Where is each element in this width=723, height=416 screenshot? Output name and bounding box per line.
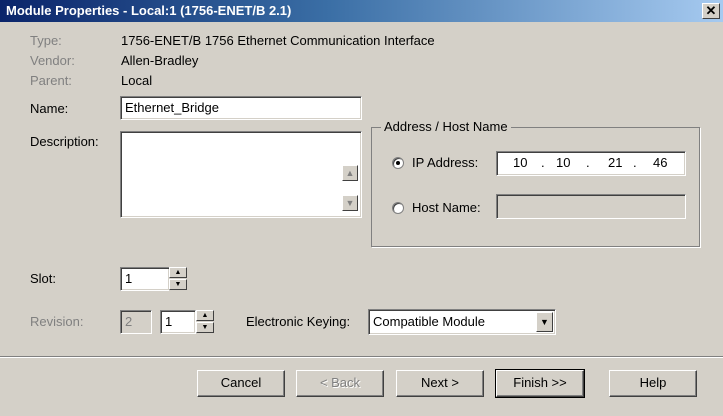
slot-value: 1 [125, 271, 133, 286]
vendor-value: Allen-Bradley [121, 53, 199, 68]
name-label: Name: [30, 101, 69, 116]
chevron-down-icon[interactable]: ▼ [536, 312, 553, 332]
window-title: Module Properties - Local:1 (1756-ENET/B… [6, 3, 292, 18]
slot-field[interactable]: 1 [120, 267, 170, 291]
ip-address-label: IP Address: [412, 155, 479, 170]
scroll-up-icon[interactable]: ▲ [342, 165, 358, 181]
description-label: Description: [30, 134, 99, 149]
close-icon[interactable]: ✕ [702, 3, 720, 19]
vendor-label: Vendor: [30, 53, 75, 68]
cancel-button[interactable]: Cancel [197, 370, 285, 397]
revision-major-value: 2 [125, 314, 133, 329]
revision-spin-down-icon[interactable]: ▼ [196, 322, 214, 333]
address-host-group [371, 127, 700, 247]
name-field[interactable]: Ethernet_Bridge [120, 96, 362, 120]
finish-button-label: Finish >> [513, 375, 567, 390]
module-properties-dialog: Module Properties - Local:1 (1756-ENET/B… [0, 0, 723, 416]
next-button-label: Next > [421, 375, 459, 390]
ip-octet-4: 46 [653, 155, 668, 170]
revision-spin-up-icon[interactable]: ▲ [196, 310, 214, 321]
ip-octet-2: 10 [556, 155, 571, 170]
back-button[interactable]: < Back [296, 370, 384, 397]
parent-value: Local [121, 73, 153, 88]
revision-major-field: 2 [120, 310, 152, 334]
help-button[interactable]: Help [609, 370, 697, 397]
help-button-label: Help [639, 375, 667, 390]
title-bar[interactable]: Module Properties - Local:1 (1756-ENET/B… [0, 0, 723, 22]
ip-dot-2: . [586, 155, 590, 170]
revision-spinner: ▲ ▼ [196, 310, 214, 334]
ip-octet-3: 21 [608, 155, 623, 170]
scroll-down-icon[interactable]: ▼ [342, 195, 358, 211]
slot-spinner: ▲ ▼ [169, 267, 187, 291]
separator [0, 356, 723, 358]
electronic-keying-select[interactable]: Compatible Module ▼ [368, 309, 556, 335]
ip-address-field[interactable]: 10 . 10 . 21 . 46 [496, 151, 686, 176]
name-value: Ethernet_Bridge [125, 100, 219, 115]
host-name-label: Host Name: [412, 200, 481, 215]
revision-label: Revision: [30, 314, 84, 329]
cancel-button-label: Cancel [220, 375, 262, 390]
slot-label: Slot: [30, 271, 57, 286]
finish-button[interactable]: Finish >> [495, 369, 585, 398]
slot-spin-up-icon[interactable]: ▲ [169, 267, 187, 278]
ip-address-radio[interactable] [392, 157, 404, 169]
type-value: 1756-ENET/B 1756 Ethernet Communication … [121, 33, 435, 48]
back-button-label: < Back [319, 375, 361, 390]
electronic-keying-value: Compatible Module [373, 314, 486, 329]
type-label: Type: [30, 33, 62, 48]
host-name-field[interactable] [496, 194, 686, 219]
ip-octet-1: 10 [513, 155, 528, 170]
revision-minor-field[interactable]: 1 [160, 310, 196, 334]
ip-dot-3: . [633, 155, 637, 170]
revision-minor-value: 1 [165, 314, 173, 329]
radio-selected-dot [396, 161, 400, 165]
description-field[interactable]: ▲ ▼ [120, 131, 362, 218]
slot-spin-down-icon[interactable]: ▼ [169, 279, 187, 290]
ip-dot-1: . [541, 155, 545, 170]
address-host-legend: Address / Host Name [381, 119, 511, 134]
next-button[interactable]: Next > [396, 370, 484, 397]
electronic-keying-label: Electronic Keying: [246, 314, 351, 329]
parent-label: Parent: [30, 73, 72, 88]
host-name-radio[interactable] [392, 202, 404, 214]
